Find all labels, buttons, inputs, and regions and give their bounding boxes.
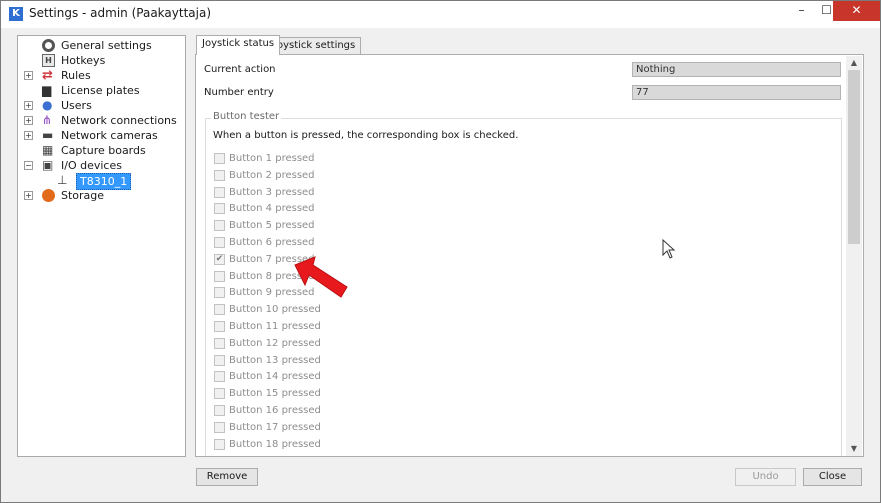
number-entry-field: 77 (632, 85, 841, 100)
checkbox-label: Button 3 pressed (229, 186, 315, 198)
checkbox-icon[interactable] (214, 153, 225, 164)
tab-joystick-settings[interactable]: Joystick settings (268, 37, 362, 54)
settings-window: K Settings - admin (Paakayttaja) – ☐ ✕ G… (0, 0, 881, 503)
checkbox-label: Button 18 pressed (229, 438, 321, 450)
expand-toggle[interactable]: + (24, 71, 33, 80)
checkbox-label: Button 12 pressed (229, 337, 321, 349)
checkbox-label: Button 16 pressed (229, 405, 321, 416)
checkbox-checked-icon[interactable]: ✔ (214, 253, 225, 265)
checkbox-icon[interactable] (214, 321, 225, 332)
checkbox-label: Button 13 pressed (229, 354, 321, 366)
checkbox-icon[interactable] (214, 438, 225, 450)
tree-item-label: Rules (61, 69, 91, 82)
checkbox-label: Button 2 pressed (229, 169, 315, 181)
scroll-down-arrow-icon[interactable]: ▼ (846, 442, 862, 456)
storage-icon (42, 189, 55, 202)
tab-joystick-status[interactable]: Joystick status (196, 35, 281, 55)
checkbox-icon[interactable] (214, 405, 225, 416)
minimize-button[interactable]: – (788, 1, 815, 21)
window-title: Settings - admin (Paakayttaja) (29, 6, 212, 20)
checkbox-label: Button 10 pressed (229, 304, 321, 316)
checkbox-icon[interactable] (214, 203, 225, 215)
checkbox-icon[interactable] (214, 337, 225, 349)
hotkey-icon: H (42, 54, 55, 67)
io-device-icon: ▣ (42, 158, 54, 172)
checkbox-icon[interactable] (214, 371, 225, 383)
checkbox-icon[interactable] (214, 354, 225, 366)
button-tester-description: When a button is pressed, the correspond… (213, 130, 519, 141)
expand-toggle[interactable]: + (24, 191, 33, 200)
checkbox-icon[interactable] (214, 304, 225, 316)
joystick-icon: ⊥ (57, 173, 68, 187)
checkbox-label: Button 1 pressed (229, 153, 315, 164)
number-entry-label: Number entry (204, 87, 274, 98)
title-bar[interactable]: K Settings - admin (Paakayttaja) – ☐ ✕ (1, 1, 880, 28)
checkbox-label: Button 4 pressed (229, 203, 315, 215)
remove-button[interactable]: Remove (196, 468, 258, 486)
current-action-label: Current action (204, 64, 276, 75)
tree-item-label: Storage (61, 189, 105, 202)
checkbox-icon[interactable] (214, 270, 225, 282)
tree-item-label: Users (61, 99, 92, 112)
tree-item-label: Network cameras (61, 129, 158, 142)
expand-toggle[interactable]: + (24, 116, 33, 125)
tree-item-label: Hotkeys (61, 54, 106, 67)
gear-icon (42, 39, 55, 52)
users-icon: ● (42, 98, 53, 112)
tree-item-label: General settings (61, 39, 152, 52)
car-icon: ▆ (42, 83, 52, 97)
red-arrow-icon (294, 256, 348, 298)
expand-toggle[interactable]: + (24, 131, 33, 140)
button-tester-title: Button tester (211, 111, 282, 122)
checkbox-icon[interactable] (214, 220, 225, 232)
tree-item-label: Capture boards (61, 144, 146, 157)
vertical-scrollbar[interactable]: ▲ ▼ (846, 56, 862, 456)
app-icon: K (9, 7, 23, 21)
close-button[interactable]: Close (803, 468, 862, 486)
checkbox-label: Button 5 pressed (229, 220, 315, 232)
current-action-field: Nothing (632, 62, 841, 77)
rules-icon: ⇄ (42, 68, 53, 83)
checkbox-icon[interactable] (214, 237, 225, 248)
checkbox-icon[interactable] (214, 388, 225, 400)
checkbox-label: Button 17 pressed (229, 421, 321, 433)
settings-tree[interactable]: General settings H Hotkeys + ⇄ Rules ▆ L… (17, 35, 186, 457)
checkbox-label: Button 6 pressed (229, 237, 315, 248)
checkbox-icon[interactable] (214, 287, 225, 299)
checkbox-icon[interactable] (214, 169, 225, 181)
collapse-toggle[interactable]: − (24, 161, 33, 170)
mouse-cursor-icon (662, 239, 676, 259)
checkbox-label: Button 11 pressed (229, 321, 321, 332)
tree-item-label: Network connections (61, 114, 177, 127)
scroll-up-arrow-icon[interactable]: ▲ (846, 56, 862, 70)
tree-item-label: License plates (61, 84, 140, 97)
checkbox-icon[interactable] (214, 421, 225, 433)
close-window-button[interactable]: ✕ (833, 1, 880, 21)
undo-button[interactable]: Undo (735, 468, 796, 486)
camera-icon: ▬ (42, 128, 54, 142)
expand-toggle[interactable]: + (24, 101, 33, 110)
checkbox-icon[interactable] (214, 186, 225, 198)
network-icon: ⋔ (42, 113, 53, 127)
scroll-thumb[interactable] (848, 70, 860, 244)
board-icon: ▦ (42, 143, 54, 157)
checkbox-label: Button 15 pressed (229, 388, 321, 400)
checkbox-label: Button 14 pressed (229, 371, 321, 383)
tree-item-label: I/O devices (61, 159, 122, 172)
